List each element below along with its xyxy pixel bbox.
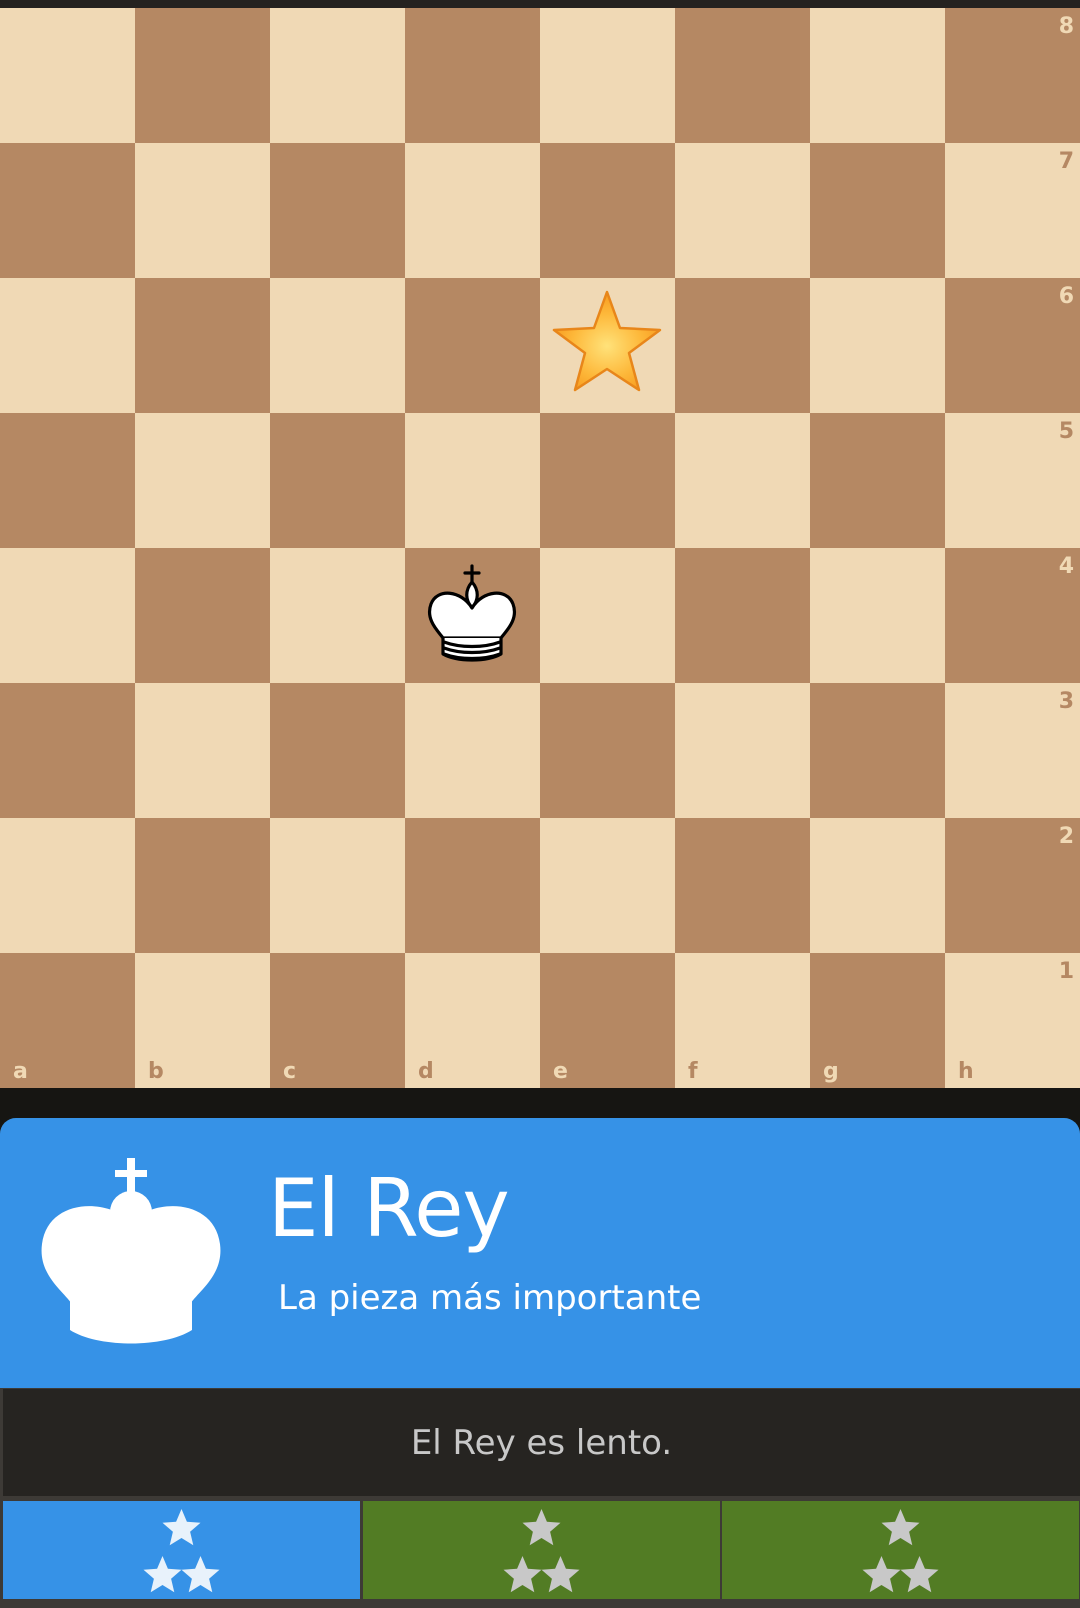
square-h3[interactable]: 3 — [945, 683, 1080, 818]
square-b2[interactable] — [135, 818, 270, 953]
three-stars-icon[interactable] — [363, 1501, 720, 1599]
square-f3[interactable] — [675, 683, 810, 818]
square-f7[interactable] — [675, 143, 810, 278]
square-f8[interactable] — [675, 8, 810, 143]
file-label: c — [283, 1059, 297, 1084]
square-a8[interactable] — [0, 8, 135, 143]
square-h5[interactable]: 5 — [945, 413, 1080, 548]
square-c5[interactable] — [270, 413, 405, 548]
square-g6[interactable] — [810, 278, 945, 413]
square-h6[interactable]: 6 — [945, 278, 1080, 413]
file-label: f — [688, 1059, 698, 1084]
square-h2[interactable]: 2 — [945, 818, 1080, 953]
chess-board[interactable]: 8 7 6 5 4 3 2 a b c d e f g 1 h — [0, 8, 1080, 1088]
square-d6[interactable] — [405, 278, 540, 413]
square-h4[interactable]: 4 — [945, 548, 1080, 683]
square-e6[interactable] — [540, 278, 675, 413]
lesson-message: El Rey es lento. — [3, 1389, 1080, 1496]
white-king-piece[interactable] — [405, 548, 540, 683]
square-d4[interactable] — [405, 548, 540, 683]
square-f5[interactable] — [675, 413, 810, 548]
square-f6[interactable] — [675, 278, 810, 413]
level-button-1[interactable] — [3, 1501, 360, 1599]
square-c8[interactable] — [270, 8, 405, 143]
square-g7[interactable] — [810, 143, 945, 278]
square-c2[interactable] — [270, 818, 405, 953]
file-label: a — [13, 1059, 28, 1084]
square-e2[interactable] — [540, 818, 675, 953]
file-label: g — [823, 1059, 839, 1084]
rank-label: 3 — [1058, 689, 1074, 714]
file-label: e — [553, 1059, 568, 1084]
rank-label: 8 — [1058, 14, 1074, 39]
king-icon — [41, 1158, 221, 1344]
level-button-2[interactable] — [363, 1501, 720, 1599]
square-a7[interactable] — [0, 143, 135, 278]
rank-label: 2 — [1058, 824, 1074, 849]
square-c6[interactable] — [270, 278, 405, 413]
square-d3[interactable] — [405, 683, 540, 818]
square-b8[interactable] — [135, 8, 270, 143]
lesson-subtitle: La pieza más importante — [278, 1278, 702, 1318]
square-e7[interactable] — [540, 143, 675, 278]
file-label: h — [958, 1059, 974, 1084]
three-stars-icon[interactable] — [3, 1501, 360, 1599]
square-c7[interactable] — [270, 143, 405, 278]
square-b7[interactable] — [135, 143, 270, 278]
square-b1[interactable]: b — [135, 953, 270, 1088]
square-g1[interactable]: g — [810, 953, 945, 1088]
rank-label: 6 — [1058, 284, 1074, 309]
square-f2[interactable] — [675, 818, 810, 953]
rank-label: 1 — [1058, 959, 1074, 984]
square-g4[interactable] — [810, 548, 945, 683]
square-c4[interactable] — [270, 548, 405, 683]
file-label: d — [418, 1059, 434, 1084]
square-e1[interactable]: e — [540, 953, 675, 1088]
lesson-title: El Rey — [268, 1162, 510, 1255]
file-label: b — [148, 1059, 164, 1084]
rank-label: 5 — [1058, 419, 1074, 444]
star-icon — [552, 290, 662, 392]
three-stars-icon[interactable] — [722, 1501, 1079, 1599]
square-e5[interactable] — [540, 413, 675, 548]
square-h7[interactable]: 7 — [945, 143, 1080, 278]
square-a6[interactable] — [0, 278, 135, 413]
square-c1[interactable]: c — [270, 953, 405, 1088]
square-d1[interactable]: d — [405, 953, 540, 1088]
square-e3[interactable] — [540, 683, 675, 818]
square-d5[interactable] — [405, 413, 540, 548]
square-b4[interactable] — [135, 548, 270, 683]
square-d2[interactable] — [405, 818, 540, 953]
square-h1[interactable]: 1 h — [945, 953, 1080, 1088]
square-c3[interactable] — [270, 683, 405, 818]
top-bar — [0, 0, 1080, 8]
level-selector — [0, 1498, 1080, 1608]
rank-label: 4 — [1058, 554, 1074, 579]
square-g2[interactable] — [810, 818, 945, 953]
square-a2[interactable] — [0, 818, 135, 953]
lesson-header: El Rey La pieza más importante — [0, 1118, 1080, 1388]
square-f4[interactable] — [675, 548, 810, 683]
square-e4[interactable] — [540, 548, 675, 683]
square-a3[interactable] — [0, 683, 135, 818]
square-d7[interactable] — [405, 143, 540, 278]
square-d8[interactable] — [405, 8, 540, 143]
square-b6[interactable] — [135, 278, 270, 413]
square-a1[interactable]: a — [0, 953, 135, 1088]
square-e8[interactable] — [540, 8, 675, 143]
square-a4[interactable] — [0, 548, 135, 683]
square-a5[interactable] — [0, 413, 135, 548]
square-g8[interactable] — [810, 8, 945, 143]
square-h8[interactable]: 8 — [945, 8, 1080, 143]
square-b3[interactable] — [135, 683, 270, 818]
level-button-3[interactable] — [722, 1501, 1079, 1599]
lesson-panel: El Rey La pieza más importante El Rey es… — [0, 1118, 1080, 1608]
rank-label: 7 — [1058, 149, 1074, 174]
square-b5[interactable] — [135, 413, 270, 548]
square-f1[interactable]: f — [675, 953, 810, 1088]
square-g3[interactable] — [810, 683, 945, 818]
square-g5[interactable] — [810, 413, 945, 548]
